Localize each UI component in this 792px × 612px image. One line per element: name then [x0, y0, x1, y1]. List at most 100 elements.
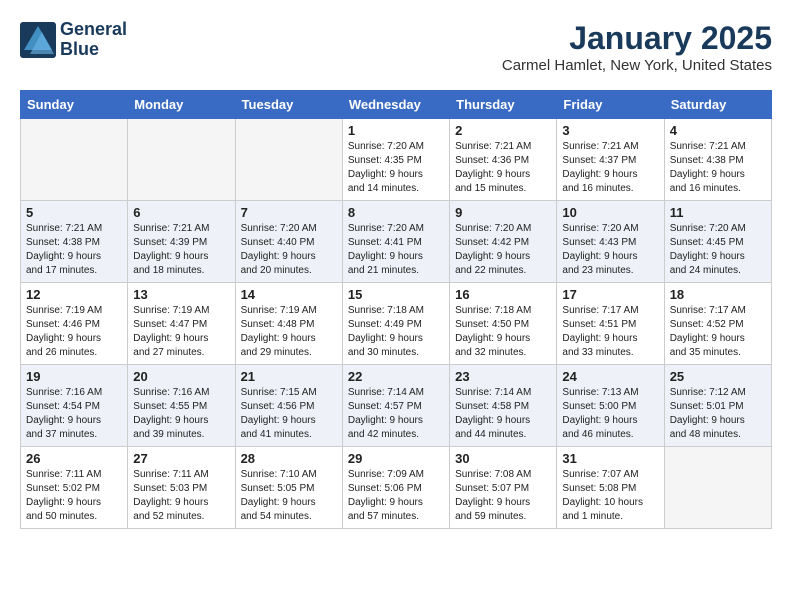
calendar-cell: 28 Sunrise: 7:10 AM Sunset: 5:05 PM Dayli… — [235, 447, 342, 529]
day-number: 16 — [455, 287, 551, 302]
weekday-header-saturday: Saturday — [664, 91, 771, 119]
day-number: 15 — [348, 287, 444, 302]
calendar-cell: 4 Sunrise: 7:21 AM Sunset: 4:38 PM Daylig… — [664, 119, 771, 201]
weekday-header-wednesday: Wednesday — [342, 91, 449, 119]
day-number: 6 — [133, 205, 229, 220]
weekday-header-friday: Friday — [557, 91, 664, 119]
day-info: Sunrise: 7:21 AM Sunset: 4:37 PM Dayligh… — [562, 140, 658, 196]
calendar-cell: 6 Sunrise: 7:21 AM Sunset: 4:39 PM Daylig… — [128, 201, 235, 283]
day-number: 13 — [133, 287, 229, 302]
day-info: Sunrise: 7:14 AM Sunset: 4:57 PM Dayligh… — [348, 386, 444, 442]
day-number: 22 — [348, 369, 444, 384]
day-number: 21 — [241, 369, 337, 384]
logo-text: General Blue — [60, 20, 127, 60]
day-info: Sunrise: 7:09 AM Sunset: 5:06 PM Dayligh… — [348, 468, 444, 524]
calendar-cell: 18Sunrise: 7:17 AM Sunset: 4:52 PM Dayli… — [664, 283, 771, 365]
calendar-cell: 13Sunrise: 7:19 AM Sunset: 4:47 PM Dayli… — [128, 283, 235, 365]
day-number: 25 — [670, 369, 766, 384]
calendar-week-row: 1Sunrise: 7:20 AM Sunset: 4:35 PM Daylig… — [21, 119, 772, 201]
calendar-cell: 26 Sunrise: 7:11 AM Sunset: 5:02 PM Dayli… — [21, 447, 128, 529]
calendar-cell: 21 Sunrise: 7:15 AM Sunset: 4:56 PM Dayli… — [235, 365, 342, 447]
day-number: 7 — [241, 205, 337, 220]
day-number: 17 — [562, 287, 658, 302]
day-number: 28 — [241, 451, 337, 466]
day-info: Sunrise: 7:11 AM Sunset: 5:02 PM Dayligh… — [26, 468, 122, 524]
day-info: Sunrise: 7:12 AM Sunset: 5:01 PM Dayligh… — [670, 386, 766, 442]
day-number: 18 — [670, 287, 766, 302]
calendar-table: SundayMondayTuesdayWednesdayThursdayFrid… — [20, 90, 772, 529]
calendar-cell: 9Sunrise: 7:20 AM Sunset: 4:42 PM Daylig… — [450, 201, 557, 283]
calendar-cell — [664, 447, 771, 529]
calendar-cell: 25 Sunrise: 7:12 AM Sunset: 5:01 PM Dayli… — [664, 365, 771, 447]
day-info: Sunrise: 7:07 AM Sunset: 5:08 PM Dayligh… — [562, 468, 658, 524]
day-info: Sunrise: 7:21 AM Sunset: 4:38 PM Dayligh… — [26, 222, 122, 278]
logo: General Blue — [20, 20, 127, 60]
calendar-cell: 12 Sunrise: 7:19 AM Sunset: 4:46 PM Dayli… — [21, 283, 128, 365]
calendar-cell: 10Sunrise: 7:20 AM Sunset: 4:43 PM Dayli… — [557, 201, 664, 283]
day-number: 23 — [455, 369, 551, 384]
day-info: Sunrise: 7:14 AM Sunset: 4:58 PM Dayligh… — [455, 386, 551, 442]
calendar-cell: 5 Sunrise: 7:21 AM Sunset: 4:38 PM Daylig… — [21, 201, 128, 283]
weekday-header-thursday: Thursday — [450, 91, 557, 119]
day-info: Sunrise: 7:20 AM Sunset: 4:43 PM Dayligh… — [562, 222, 658, 278]
calendar-cell: 14 Sunrise: 7:19 AM Sunset: 4:48 PM Dayli… — [235, 283, 342, 365]
day-info: Sunrise: 7:20 AM Sunset: 4:45 PM Dayligh… — [670, 222, 766, 278]
calendar-cell: 11Sunrise: 7:20 AM Sunset: 4:45 PM Dayli… — [664, 201, 771, 283]
day-number: 31 — [562, 451, 658, 466]
calendar-cell: 27Sunrise: 7:11 AM Sunset: 5:03 PM Dayli… — [128, 447, 235, 529]
calendar-cell — [128, 119, 235, 201]
day-number: 19 — [26, 369, 122, 384]
page-header: General Blue January 2025 Carmel Hamlet,… — [20, 20, 772, 74]
day-number: 5 — [26, 205, 122, 220]
weekday-header-sunday: Sunday — [21, 91, 128, 119]
calendar-cell — [235, 119, 342, 201]
day-number: 2 — [455, 123, 551, 138]
calendar-cell: 31 Sunrise: 7:07 AM Sunset: 5:08 PM Dayli… — [557, 447, 664, 529]
calendar-week-row: 12 Sunrise: 7:19 AM Sunset: 4:46 PM Dayli… — [21, 283, 772, 365]
day-info: Sunrise: 7:11 AM Sunset: 5:03 PM Dayligh… — [133, 468, 229, 524]
day-number: 24 — [562, 369, 658, 384]
day-number: 14 — [241, 287, 337, 302]
logo-line1: General — [60, 20, 127, 40]
day-number: 26 — [26, 451, 122, 466]
calendar-cell: 24 Sunrise: 7:13 AM Sunset: 5:00 PM Dayli… — [557, 365, 664, 447]
calendar-cell: 29Sunrise: 7:09 AM Sunset: 5:06 PM Dayli… — [342, 447, 449, 529]
calendar-cell: 1Sunrise: 7:20 AM Sunset: 4:35 PM Daylig… — [342, 119, 449, 201]
day-number: 8 — [348, 205, 444, 220]
calendar-cell: 17 Sunrise: 7:17 AM Sunset: 4:51 PM Dayli… — [557, 283, 664, 365]
day-info: Sunrise: 7:17 AM Sunset: 4:51 PM Dayligh… — [562, 304, 658, 360]
logo-icon — [20, 22, 56, 58]
calendar-cell: 8 Sunrise: 7:20 AM Sunset: 4:41 PM Daylig… — [342, 201, 449, 283]
calendar-cell: 2Sunrise: 7:21 AM Sunset: 4:36 PM Daylig… — [450, 119, 557, 201]
day-info: Sunrise: 7:21 AM Sunset: 4:39 PM Dayligh… — [133, 222, 229, 278]
day-info: Sunrise: 7:20 AM Sunset: 4:40 PM Dayligh… — [241, 222, 337, 278]
day-info: Sunrise: 7:13 AM Sunset: 5:00 PM Dayligh… — [562, 386, 658, 442]
day-number: 12 — [26, 287, 122, 302]
calendar-cell: 16Sunrise: 7:18 AM Sunset: 4:50 PM Dayli… — [450, 283, 557, 365]
day-info: Sunrise: 7:20 AM Sunset: 4:41 PM Dayligh… — [348, 222, 444, 278]
weekday-header-row: SundayMondayTuesdayWednesdayThursdayFrid… — [21, 91, 772, 119]
calendar-week-row: 26 Sunrise: 7:11 AM Sunset: 5:02 PM Dayli… — [21, 447, 772, 529]
calendar-cell: 19 Sunrise: 7:16 AM Sunset: 4:54 PM Dayli… — [21, 365, 128, 447]
day-info: Sunrise: 7:21 AM Sunset: 4:38 PM Dayligh… — [670, 140, 766, 196]
day-number: 4 — [670, 123, 766, 138]
day-info: Sunrise: 7:15 AM Sunset: 4:56 PM Dayligh… — [241, 386, 337, 442]
day-info: Sunrise: 7:08 AM Sunset: 5:07 PM Dayligh… — [455, 468, 551, 524]
day-info: Sunrise: 7:10 AM Sunset: 5:05 PM Dayligh… — [241, 468, 337, 524]
day-info: Sunrise: 7:19 AM Sunset: 4:46 PM Dayligh… — [26, 304, 122, 360]
day-info: Sunrise: 7:20 AM Sunset: 4:35 PM Dayligh… — [348, 140, 444, 196]
calendar-cell: 20Sunrise: 7:16 AM Sunset: 4:55 PM Dayli… — [128, 365, 235, 447]
day-number: 30 — [455, 451, 551, 466]
title-block: January 2025 Carmel Hamlet, New York, Un… — [502, 20, 772, 74]
weekday-header-monday: Monday — [128, 91, 235, 119]
location: Carmel Hamlet, New York, United States — [502, 57, 772, 74]
calendar-week-row: 19 Sunrise: 7:16 AM Sunset: 4:54 PM Dayli… — [21, 365, 772, 447]
calendar-cell: 15Sunrise: 7:18 AM Sunset: 4:49 PM Dayli… — [342, 283, 449, 365]
day-info: Sunrise: 7:19 AM Sunset: 4:48 PM Dayligh… — [241, 304, 337, 360]
logo-line2: Blue — [60, 40, 127, 60]
day-number: 20 — [133, 369, 229, 384]
day-info: Sunrise: 7:16 AM Sunset: 4:54 PM Dayligh… — [26, 386, 122, 442]
calendar-cell: 23 Sunrise: 7:14 AM Sunset: 4:58 PM Dayli… — [450, 365, 557, 447]
month-title: January 2025 — [502, 20, 772, 57]
calendar-cell: 7 Sunrise: 7:20 AM Sunset: 4:40 PM Daylig… — [235, 201, 342, 283]
